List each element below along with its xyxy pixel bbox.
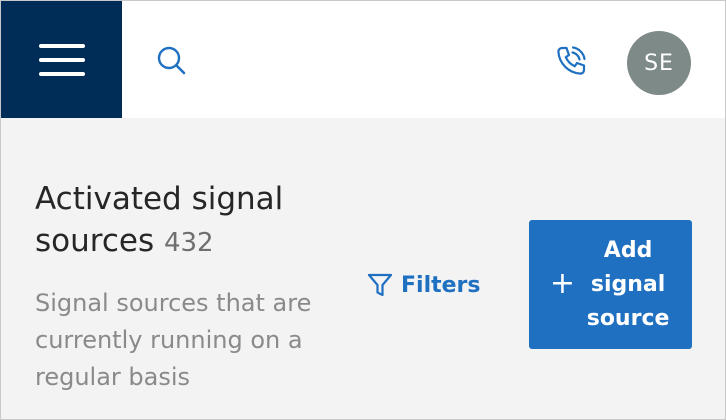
signal-source-count: 432	[163, 228, 214, 258]
user-avatar[interactable]: SE	[627, 31, 691, 95]
add-signal-source-button[interactable]: + Add signal source	[529, 220, 692, 349]
phone-call-icon	[554, 44, 588, 82]
menu-button[interactable]	[1, 1, 122, 118]
filters-button[interactable]: Filters	[367, 267, 481, 303]
app-frame: SE Activated signal sources 432 Signal s…	[0, 0, 726, 420]
page-title: Activated signal sources 432	[35, 178, 335, 264]
plus-icon: +	[549, 265, 576, 301]
filters-label: Filters	[401, 272, 481, 298]
filter-icon	[367, 272, 393, 298]
search-icon	[156, 45, 186, 79]
phone-button[interactable]	[549, 41, 593, 85]
page-subtitle: Signal sources that are currently runnin…	[35, 289, 312, 391]
add-signal-source-label: Add signal source	[586, 237, 670, 331]
search-button[interactable]	[151, 42, 191, 82]
hamburger-icon	[38, 43, 85, 76]
avatar-initials: SE	[644, 50, 674, 76]
top-bar: SE	[1, 1, 725, 118]
page-title-text: Activated signal sources	[35, 181, 284, 259]
